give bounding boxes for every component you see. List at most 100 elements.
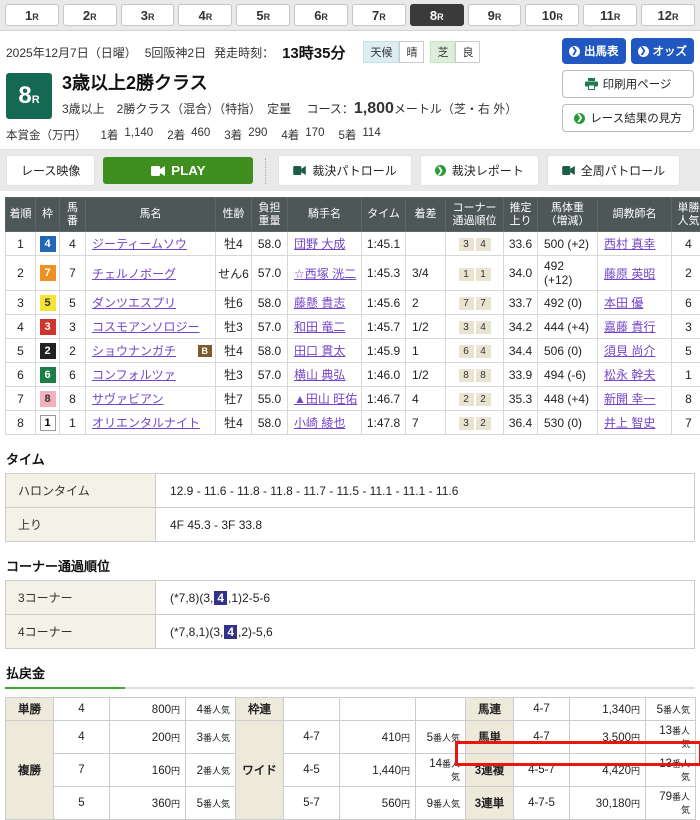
trainer-link[interactable]: 井上 智史 — [604, 416, 655, 430]
entries-button[interactable]: ❯出馬表 — [562, 38, 626, 64]
horse-link[interactable]: ジーティームソウ — [92, 237, 187, 251]
condition-badges: 天候 晴 芝 良 — [363, 41, 486, 63]
race-tab-6[interactable]: 6R — [294, 4, 348, 26]
race-tab-12[interactable]: 12R — [641, 4, 695, 26]
odds-button[interactable]: ❯オッズ — [631, 38, 695, 64]
table-row: 1 4 4 ジーティームソウ 牡4 58.0 団野 大成 1:45.1 34 3… — [6, 232, 700, 256]
corner-position: 2 — [476, 393, 491, 406]
course-unit: メートル（芝・右 外） — [394, 102, 517, 116]
col-header-last-3f: 推定 上り — [504, 198, 538, 232]
frame-badge: 8 — [40, 391, 56, 407]
corner-position: 3 — [459, 417, 474, 430]
course-label: コース： — [306, 102, 353, 116]
col-header-jockey: 騎手名 — [288, 198, 362, 232]
umatan-label: 馬単 — [466, 721, 514, 754]
race-video-button[interactable]: レース映像 — [6, 155, 95, 186]
col-header-frame: 枠 — [36, 198, 60, 232]
videocam-icon — [151, 166, 165, 176]
jockey-link[interactable]: 小崎 綾也 — [294, 416, 345, 430]
trainer-link[interactable]: 嘉藤 貴行 — [604, 320, 655, 334]
corner-3-order: (*7,8)(3,4,1)2-5-6 — [156, 581, 695, 615]
trainer-link[interactable]: 松永 幹夫 — [604, 368, 655, 382]
jockey-link[interactable]: 横山 典弘 — [294, 368, 345, 382]
trainer-link[interactable]: 本田 優 — [604, 296, 643, 310]
horse-link[interactable]: コスモアンソロジー — [92, 320, 200, 334]
trainer-link[interactable]: 西村 真幸 — [604, 237, 655, 251]
race-tab-11[interactable]: 11R — [583, 4, 637, 26]
jockey-link[interactable]: 和田 竜二 — [294, 320, 345, 334]
arrow-circle-icon: ❯ — [569, 46, 580, 57]
race-tab-5[interactable]: 5R — [236, 4, 290, 26]
corner-position: 3 — [459, 321, 474, 334]
winner-highlight: 4 — [214, 591, 227, 605]
corner-position: 2 — [476, 417, 491, 430]
videocam-icon — [562, 166, 575, 175]
arrow-circle-icon: ❯ — [574, 113, 585, 124]
trainer-link[interactable]: 須貝 尚介 — [604, 344, 655, 358]
corner-position: 3 — [459, 238, 474, 251]
payout-row: 単勝 4 800円 4番人気 枠連 馬連 4-7 1,340円 5番人気 — [6, 698, 696, 721]
turf-label: 芝 — [430, 41, 455, 63]
jockey-link[interactable]: ▲田山 旺佑 — [294, 392, 357, 406]
frame-badge: 4 — [40, 236, 56, 252]
race-tab-7[interactable]: 7R — [352, 4, 406, 26]
col-header-horse-name: 馬名 — [86, 198, 216, 232]
race-tab-9[interactable]: 9R — [468, 4, 522, 26]
jockey-link[interactable]: 田口 貫太 — [294, 344, 345, 358]
jockey-link[interactable]: 団野 大成 — [294, 237, 345, 251]
printer-icon — [585, 78, 598, 90]
jockey-link[interactable]: ☆西塚 洸二 — [294, 267, 356, 281]
play-button[interactable]: PLAY — [103, 157, 253, 184]
race-meeting: 5回阪神2日 — [145, 44, 206, 61]
race-tab-3[interactable]: 3R — [121, 4, 175, 26]
horse-link[interactable]: ダンツエスプリ — [92, 296, 176, 310]
corner-table: 3コーナー (*7,8)(3,4,1)2-5-6 4コーナー (*7,8,1)(… — [5, 580, 695, 649]
stewards-report-button[interactable]: ❯裁決レポート — [420, 155, 539, 186]
corner-3-label: 3コーナー — [6, 581, 156, 615]
sanrentan-label: 3連単 — [466, 787, 514, 820]
table-row: 4 3 3 コスモアンソロジー 牡3 57.0 和田 竜二 1:45.7 1/2… — [6, 315, 700, 339]
horse-link[interactable]: チェルノボーグ — [92, 267, 176, 281]
wakuren-label: 枠連 — [236, 698, 284, 721]
race-tab-8-active[interactable]: 8R — [410, 4, 464, 26]
time-table: ハロンタイム 12.9 - 11.6 - 11.8 - 11.8 - 11.7 … — [5, 473, 695, 542]
corner-position: 8 — [476, 369, 491, 382]
table-row: 3 5 5 ダンツエスプリ 牡6 58.0 藤懸 貴志 1:45.6 2 77 … — [6, 291, 700, 315]
winner-highlight: 4 — [224, 625, 237, 639]
fukusho-label: 複勝 — [6, 721, 54, 820]
wide-label: ワイド — [236, 721, 284, 820]
results-guide-button[interactable]: ❯レース結果の見方 — [562, 104, 694, 132]
corner-section-title: コーナー通過順位 — [6, 556, 694, 575]
frame-badge: 5 — [40, 295, 56, 311]
payout-row: 5 360円 5番人気 5-7 560円 9番人気 3連単 4-7-5 30,1… — [6, 787, 696, 820]
col-header-corner-order: コーナー 通過順位 — [446, 198, 504, 232]
furlong-times-value: 12.9 - 11.6 - 11.8 - 11.8 - 11.7 - 11.5 … — [156, 474, 695, 508]
table-row: 2 7 7 チェルノボーグ せん6 57.0 ☆西塚 洸二 1:45.3 3/4… — [6, 256, 700, 291]
col-header-horse-weight: 馬体重 （増減） — [538, 198, 598, 232]
race-tab-4[interactable]: 4R — [178, 4, 232, 26]
horse-link[interactable]: ショウナンガチ — [92, 344, 176, 358]
trainer-link[interactable]: 藤原 英昭 — [604, 267, 655, 281]
horse-link[interactable]: コンフォルツァ — [92, 368, 176, 382]
horse-link[interactable]: サヴァビアン — [92, 392, 164, 406]
trainer-link[interactable]: 新開 幸一 — [604, 392, 655, 406]
col-header-trainer: 調教師名 — [598, 198, 672, 232]
last-furlongs-label: 上り — [6, 508, 156, 542]
full-patrol-button[interactable]: 全周パトロール — [547, 155, 680, 186]
top-right-actions: ❯出馬表 ❯オッズ 印刷用ページ ❯レース結果の見方 — [562, 38, 694, 132]
race-tab-2[interactable]: 2R — [63, 4, 117, 26]
arrow-circle-icon: ❯ — [435, 165, 446, 176]
race-tab-10[interactable]: 10R — [525, 4, 579, 26]
stewards-patrol-button[interactable]: 裁決パトロール — [278, 155, 411, 186]
race-tab-1[interactable]: 1R — [5, 4, 59, 26]
weather-label: 天候 — [363, 41, 399, 63]
horse-link[interactable]: オリエンタルナイト — [92, 416, 200, 430]
col-header-margin: 着差 — [406, 198, 446, 232]
corner-position: 6 — [459, 345, 474, 358]
print-page-button[interactable]: 印刷用ページ — [562, 70, 694, 98]
frame-badge: 7 — [40, 265, 56, 281]
corner-position: 2 — [459, 393, 474, 406]
race-conditions: 3歳以上 2勝クラス（混合）（特指） 定量 コース：1,800メートル（芝・右 … — [62, 100, 517, 118]
jockey-link[interactable]: 藤懸 貴志 — [294, 296, 345, 310]
time-section-title: タイム — [6, 449, 694, 468]
